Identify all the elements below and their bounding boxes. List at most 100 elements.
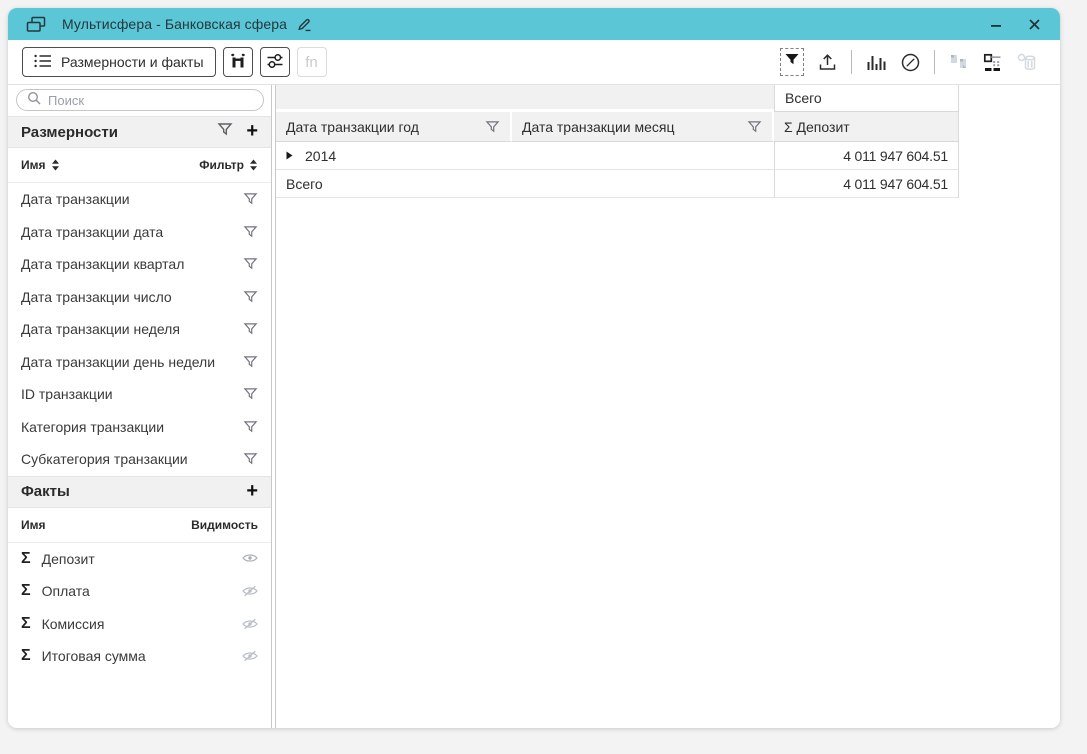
column-header-label: Дата транзакции год (286, 119, 419, 135)
sigma-icon: Σ (21, 647, 31, 665)
filter-toggle-button[interactable] (780, 48, 804, 76)
filter-icon[interactable] (243, 387, 258, 401)
compass-button[interactable] (900, 52, 921, 73)
filter-icon[interactable] (485, 120, 500, 134)
pivot-value-cell: 4 011 947 604.51 (774, 170, 959, 198)
sort-arrows-icon (249, 159, 258, 171)
sort-arrows-icon (51, 159, 60, 171)
toolbar: Размерности и факты fn (8, 40, 1060, 85)
bar-chart-button[interactable] (865, 53, 887, 72)
facts-section-header: Факты + (8, 476, 271, 508)
toolbar-separator (934, 50, 935, 74)
measure-group-header: Всего (774, 85, 959, 112)
fact-label: Оплата (42, 583, 90, 599)
visibility-toggle[interactable] (242, 618, 258, 630)
filter-icon[interactable] (243, 452, 258, 466)
dimension-row[interactable]: Дата транзакции число (8, 281, 271, 314)
fact-row[interactable]: Σ Итоговая сумма (8, 640, 271, 673)
structure-button[interactable] (983, 53, 1003, 72)
measure-header-label: Σ Депозит (784, 119, 850, 135)
dimension-label: Дата транзакции число (21, 289, 172, 305)
pivot-row-2014[interactable]: 2014 (276, 142, 774, 170)
filter-icon[interactable] (243, 355, 258, 369)
filter-icon[interactable] (243, 322, 258, 336)
combine-dimensions-icon (228, 51, 248, 74)
eye-off-icon (242, 618, 258, 630)
view-settings-button[interactable] (260, 47, 290, 77)
filter-icon[interactable] (243, 257, 258, 271)
filter-funnel-icon (784, 52, 800, 72)
expand-triangle-icon[interactable] (286, 151, 293, 160)
sigma-icon: Σ (21, 615, 31, 633)
search-input[interactable] (48, 93, 253, 108)
combine-dimensions-button[interactable] (223, 47, 253, 77)
pivot-value-cell: 4 011 947 604.51 (774, 142, 959, 170)
dimension-row[interactable]: ID транзакции (8, 378, 271, 411)
fact-row[interactable]: Σ Депозит (8, 543, 271, 576)
dimension-row[interactable]: Дата транзакции дата (8, 216, 271, 249)
facts-name-column-label: Имя (21, 518, 46, 532)
add-fact-button[interactable]: + (246, 481, 258, 503)
filter-icon[interactable] (243, 420, 258, 434)
dimensions-facts-button[interactable]: Размерности и факты (22, 47, 216, 77)
filter-icon[interactable] (243, 192, 258, 206)
dimension-label: Дата транзакции квартал (21, 256, 184, 272)
facts-visibility-column-label: Видимость (191, 518, 258, 532)
dimension-row[interactable]: Категория транзакции (8, 411, 271, 444)
dimensions-section-header: Размерности + (8, 116, 271, 148)
sort-by-name-button[interactable]: Имя (21, 158, 60, 172)
row-label: 2014 (305, 148, 336, 164)
filter-icon[interactable] (747, 120, 762, 134)
add-dimension-button[interactable]: + (246, 121, 258, 143)
fn-button[interactable]: fn (297, 47, 327, 77)
dimension-row[interactable]: Дата транзакции день недели (8, 346, 271, 379)
dimension-label: Дата транзакции день недели (21, 354, 215, 370)
fact-label: Комиссия (42, 616, 105, 632)
eye-off-icon (242, 585, 258, 597)
dimension-row[interactable]: Дата транзакции квартал (8, 248, 271, 281)
dimension-label: Дата транзакции (21, 191, 130, 207)
fact-label: Итоговая сумма (42, 648, 146, 664)
dimension-row[interactable]: Дата транзакции (8, 183, 271, 216)
column-header-measure[interactable]: Σ Депозит (774, 112, 959, 142)
eye-icon (242, 551, 258, 567)
toolbar-separator (851, 50, 852, 74)
column-header-label: Дата транзакции месяц (522, 119, 675, 135)
export-button[interactable] (817, 52, 838, 73)
dimension-row[interactable]: Субкатегория транзакции (8, 443, 271, 476)
title-bar: Мультисфера - Банковская сфера (8, 8, 1060, 40)
sigma-icon: Σ (21, 550, 31, 568)
dimension-label: Дата транзакции дата (21, 224, 163, 240)
facts-title: Факты (21, 483, 70, 500)
pivot-area: Всего Дата транзакции год Дата транзакци… (276, 85, 1060, 728)
pivot-row-total: Всего (276, 170, 774, 198)
sort-by-filter-button[interactable]: Фильтр (199, 158, 258, 172)
cascade-windows-icon (26, 16, 46, 33)
visibility-toggle[interactable] (242, 650, 258, 662)
list-icon (34, 54, 52, 71)
app-window: Мультисфера - Банковская сфера Размернос… (8, 8, 1060, 728)
copy-button[interactable] (948, 52, 970, 72)
facts-columns-header: Имя Видимость (8, 508, 271, 543)
fact-row[interactable]: Σ Оплата (8, 575, 271, 608)
filter-icon[interactable] (243, 225, 258, 239)
column-header-month[interactable]: Дата транзакции месяц (512, 112, 774, 142)
dimensions-facts-label: Размерности и факты (61, 54, 204, 70)
close-button[interactable] (1026, 16, 1042, 32)
dimensions-filter-icon[interactable] (217, 122, 233, 142)
pivot-table: Всего Дата транзакции год Дата транзакци… (276, 85, 1060, 198)
eye-off-icon (242, 650, 258, 662)
dimension-label: ID транзакции (21, 386, 113, 402)
filter-icon[interactable] (243, 290, 258, 304)
search-box[interactable] (16, 89, 264, 111)
visibility-toggle[interactable] (242, 585, 258, 597)
minimize-button[interactable] (988, 16, 1004, 32)
dimension-row[interactable]: Дата транзакции неделя (8, 313, 271, 346)
hidden-items-bin-button[interactable] (1016, 52, 1038, 72)
column-header-year[interactable]: Дата транзакции год (276, 112, 512, 142)
edit-title-pencil-icon[interactable] (296, 17, 312, 32)
fact-row[interactable]: Σ Комиссия (8, 608, 271, 641)
visibility-toggle[interactable] (242, 551, 258, 567)
pivot-corner-cell (276, 85, 774, 112)
sidebar: Размерности + Имя Фильтр (8, 85, 272, 728)
